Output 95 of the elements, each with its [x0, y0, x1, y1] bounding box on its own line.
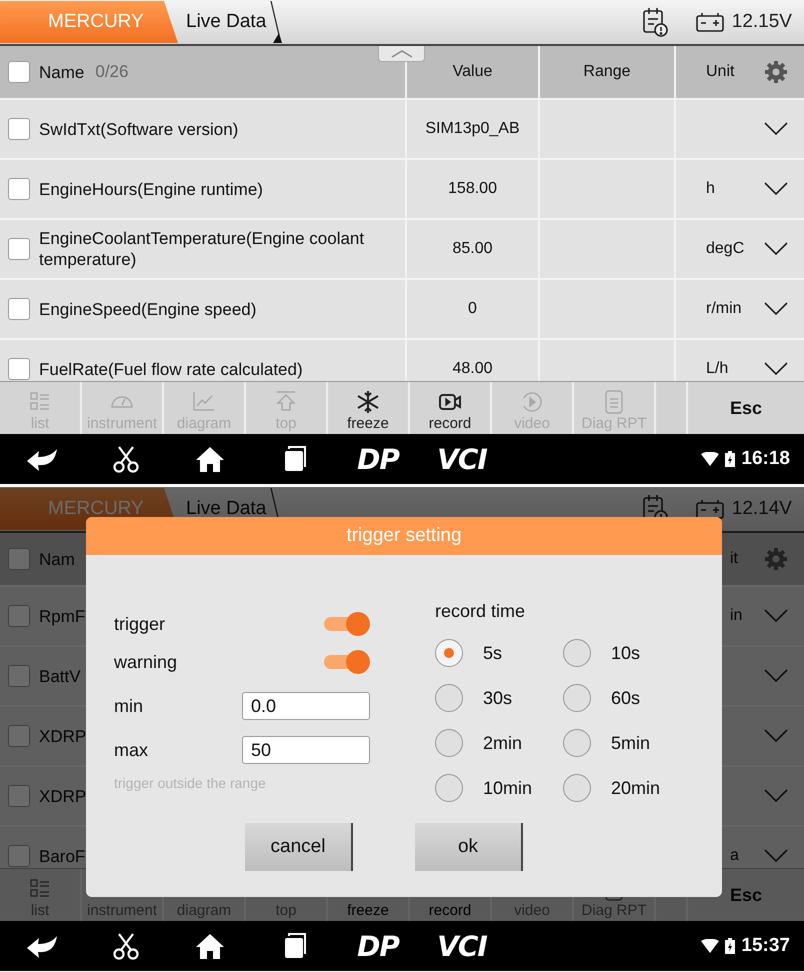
collapse-handle[interactable]: [378, 46, 425, 62]
parameter-name: SwIdTxt(Software version): [39, 118, 238, 140]
parameter-name: BaroF: [39, 846, 86, 866]
checkbox[interactable]: [8, 238, 30, 260]
parameter-name: EngineCoolantTemperature(Engine coolant temperature): [39, 228, 366, 270]
parameter-unit: L/h: [706, 360, 728, 377]
parameter-value: SIM13p0_AB: [425, 120, 520, 138]
parameter-unit: r/min: [706, 300, 742, 317]
column-header: Nam: [39, 548, 75, 570]
parameter-value: 0: [468, 300, 477, 318]
battery-charging-icon: [725, 938, 736, 954]
checkbox[interactable]: [8, 548, 30, 570]
radio-button[interactable]: [435, 639, 463, 667]
parameter-value: 48.00: [452, 360, 493, 378]
field-label: max: [114, 740, 148, 760]
switch-label: warning: [114, 652, 178, 672]
parameter-unit: in: [730, 607, 742, 624]
parameter-name: XDRP: [39, 786, 86, 806]
page-title: Live Data: [186, 498, 266, 520]
parameter-unit: a: [730, 847, 739, 864]
chevron-down-icon[interactable]: [764, 182, 788, 196]
page-title: Live Data: [186, 11, 266, 33]
radio-button[interactable]: [435, 774, 463, 802]
radio-button[interactable]: [563, 729, 591, 757]
parameter-unit: h: [706, 180, 715, 197]
radio-button[interactable]: [563, 774, 591, 802]
option-label: 20min: [611, 778, 660, 798]
battery-charging-icon: [725, 451, 736, 467]
parameter-name: EngineSpeed(Engine speed): [39, 298, 256, 320]
parameter-name: BattV: [39, 666, 81, 686]
wifi-icon: [701, 939, 720, 953]
chevron-down-icon[interactable]: [764, 302, 788, 316]
radio-button[interactable]: [563, 639, 591, 667]
input-field[interactable]: 50: [242, 736, 370, 764]
calendar-alert-icon[interactable]: [642, 7, 668, 37]
checkbox[interactable]: [8, 665, 30, 687]
checkbox[interactable]: [8, 845, 30, 867]
column-header: Name: [39, 62, 84, 82]
option-label: 5min: [611, 732, 650, 754]
checkbox[interactable]: [8, 118, 30, 140]
column-header: Value: [452, 63, 492, 81]
option-label: 5s: [483, 642, 502, 664]
battery-icon: [696, 12, 724, 32]
column-header: it: [730, 550, 738, 567]
voltage-reading: 12.15V: [732, 11, 792, 33]
checkbox[interactable]: [8, 785, 30, 807]
parameter-name: RpmF: [39, 606, 86, 626]
field-label: min: [114, 696, 144, 716]
parameter-value: 158.00: [448, 180, 497, 198]
checkbox[interactable]: [8, 298, 30, 320]
dialog-button[interactable]: ok: [415, 823, 523, 871]
option-label: 30s: [483, 688, 512, 708]
parameter-name: XDRP: [39, 726, 86, 746]
parameter-unit: degC: [706, 240, 744, 257]
radio-button[interactable]: [435, 729, 463, 757]
dialog-title: trigger setting: [86, 517, 722, 555]
settings-icon[interactable]: [764, 547, 788, 571]
chevron-down-icon[interactable]: [764, 242, 788, 256]
selected-count: 0/26: [95, 62, 128, 82]
parameter-value: 85.00: [452, 240, 493, 258]
nav-logo[interactable]: DP: [336, 930, 420, 962]
clock: 16:18: [741, 448, 790, 470]
chevron-down-icon[interactable]: [764, 122, 788, 136]
checkbox[interactable]: [8, 61, 30, 83]
toggle-switch[interactable]: [324, 650, 370, 674]
radio-button[interactable]: [563, 684, 591, 712]
wifi-icon: [701, 452, 720, 466]
chevron-up-icon: [390, 50, 412, 58]
tab-divider-icon: [270, 1, 282, 43]
clock: 15:37: [741, 935, 790, 957]
snowflake-icon: [355, 389, 381, 415]
chevron-down-icon[interactable]: [764, 362, 788, 376]
nav-logo[interactable]: DP: [336, 442, 420, 476]
checkbox[interactable]: [8, 605, 30, 627]
section-label: record time: [435, 601, 526, 621]
dialog-button[interactable]: cancel: [245, 823, 353, 871]
column-header: Range: [583, 63, 631, 81]
parameter-name: FuelRate(Fuel flow rate calculated): [39, 358, 303, 380]
option-label: 2min: [483, 732, 522, 754]
checkbox[interactable]: [8, 178, 30, 200]
radio-button[interactable]: [435, 684, 463, 712]
parameter-name: EngineHours(Engine runtime): [39, 178, 263, 200]
switch-label: trigger: [114, 614, 166, 634]
column-header: Unit: [706, 63, 734, 80]
checkbox[interactable]: [8, 358, 30, 380]
nav-logo[interactable]: VCI: [420, 930, 504, 962]
nav-logo[interactable]: VCI: [420, 442, 504, 476]
voltage-reading: 12.14V: [732, 498, 792, 520]
toggle-switch[interactable]: [324, 612, 370, 636]
settings-icon[interactable]: [764, 60, 788, 84]
option-label: 10min: [483, 778, 532, 798]
input-field[interactable]: 0.0: [242, 692, 370, 720]
option-label: 10s: [611, 642, 640, 664]
checkbox[interactable]: [8, 725, 30, 747]
option-label: 60s: [611, 688, 640, 708]
